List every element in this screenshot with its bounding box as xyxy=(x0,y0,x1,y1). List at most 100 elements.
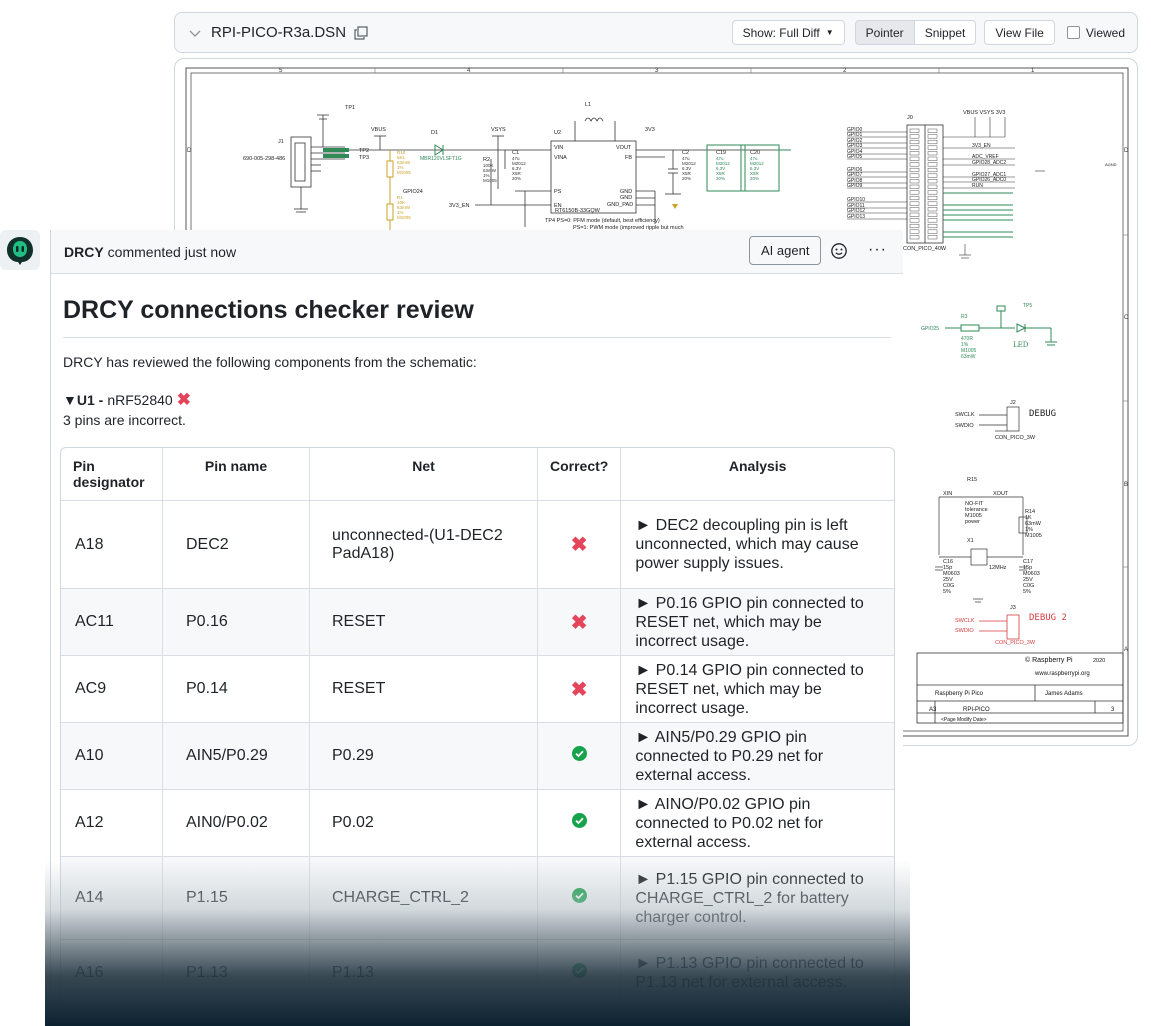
header-pin xyxy=(909,128,920,133)
comment-timestamp: commented just now xyxy=(107,243,237,260)
pin-designator: AC11 xyxy=(61,589,163,656)
sch-label: VIN xyxy=(554,145,563,151)
component-ref: U1 - xyxy=(76,392,104,408)
viewed-toggle[interactable]: Viewed xyxy=(1066,25,1125,40)
row-letter: A xyxy=(1124,647,1128,653)
header-pin xyxy=(909,190,920,195)
sch-label: A3 xyxy=(929,707,937,713)
header-pin xyxy=(927,235,938,240)
sch-label: GND_PAD xyxy=(607,202,633,208)
tab-pointer[interactable]: Pointer xyxy=(854,20,915,45)
pin-net: P1.13 xyxy=(310,940,538,1006)
header-pin xyxy=(909,218,920,223)
sch-label: R3 xyxy=(961,314,968,320)
expand-toggle-icon[interactable]: ▼ xyxy=(63,392,77,408)
sch-label: VOUT xyxy=(616,145,632,151)
comment-author[interactable]: DRCY xyxy=(64,244,104,260)
sch-label: XOUT xyxy=(993,491,1009,497)
viewed-checkbox[interactable] xyxy=(1066,26,1080,39)
header-pin xyxy=(927,134,938,139)
viewed-label: Viewed xyxy=(1085,25,1125,40)
svg-text:power: power xyxy=(965,519,980,525)
header-pin xyxy=(909,134,920,139)
header-pin xyxy=(909,229,920,234)
sch-label: PS xyxy=(554,189,562,195)
header-pin xyxy=(927,184,938,189)
header-pin xyxy=(927,128,938,133)
table-row: A10 AIN5/P0.29 P0.29 ► AIN5/P0.29 GPIO pin … xyxy=(61,723,894,790)
sch-label: VINA xyxy=(554,155,567,161)
error-x-icon: ✖ xyxy=(570,678,588,701)
copy-icon[interactable] xyxy=(354,25,368,40)
pin-designator: A16 xyxy=(61,940,163,1006)
sch-label: J3 xyxy=(1010,605,1016,611)
sch-label: TP2 xyxy=(359,148,369,154)
show-diff-dropdown[interactable]: Show: Full Diff ▼ xyxy=(731,20,845,45)
pin-designator: A14 xyxy=(61,857,163,940)
row-letter: D xyxy=(1124,148,1129,154)
svg-text:M1005: M1005 xyxy=(1025,533,1042,539)
table-row: AC9 P0.14 RESET ✖ ► P0.14 GPIO pin connected… xyxy=(61,656,894,723)
table-header-row: Pin designator Pin name Net Correct? Ana… xyxy=(61,448,894,501)
sch-label: GPIO24 xyxy=(403,189,423,195)
tab-snippet[interactable]: Snippet xyxy=(913,20,977,45)
sch-label: J1 xyxy=(278,139,284,145)
correct-cell xyxy=(538,940,622,1006)
header-pin xyxy=(927,151,938,156)
row-letter: B xyxy=(1124,482,1128,488)
correct-cell xyxy=(538,790,622,857)
correct-cell xyxy=(538,857,622,940)
sch-label: TP3 xyxy=(359,155,369,161)
pin-name: P0.16 xyxy=(163,589,310,656)
correct-cell: ✖ xyxy=(538,656,622,723)
sch-label: LED xyxy=(1013,341,1029,349)
smiley-icon[interactable] xyxy=(830,242,848,260)
more-options-icon[interactable]: ··· xyxy=(868,241,887,259)
avatar[interactable] xyxy=(0,230,40,270)
correct-cell: ✖ xyxy=(538,589,622,656)
pin-net: RESET xyxy=(310,656,538,723)
check-circle-icon xyxy=(571,746,587,761)
file-name[interactable]: RPI-PICO-R3a.DSN xyxy=(211,24,346,41)
pin-analysis: ► AIN5/P0.29 GPIO pin connected to P0.29… xyxy=(621,723,894,790)
pin-net: P0.02 xyxy=(310,790,538,857)
pin-net: unconnected-(U1-DEC2 PadA18) xyxy=(310,501,538,589)
sch-label: 3V3_EN xyxy=(449,203,470,209)
header-pin xyxy=(909,207,920,212)
sch-label: SWDIO xyxy=(955,628,974,634)
chevron-down-icon[interactable] xyxy=(187,25,203,41)
sch-label: James Adams xyxy=(1045,691,1083,697)
component-summary[interactable]: ▼ U1 - nRF52840 ✖ xyxy=(63,390,891,410)
pin-name: P1.15 xyxy=(163,857,310,940)
sch-label: FB xyxy=(625,155,632,161)
sch-label: Raspberry Pi Pico xyxy=(935,691,984,697)
table-row: A16 P1.13 P1.13 ► P1.13 GPIO pin connected … xyxy=(61,940,894,1006)
table-row: A14 P1.15 CHARGE_CTRL_2 ► P1.15 GPIO pin co… xyxy=(61,857,894,940)
header-pin xyxy=(927,229,938,234)
pin-name: DEC2 xyxy=(163,501,310,589)
header-pin xyxy=(909,179,920,184)
error-x-icon: ✖ xyxy=(570,611,588,634)
svg-text:M1005: M1005 xyxy=(483,178,497,183)
review-title: DRCY connections checker review xyxy=(63,296,891,338)
sch-label: VSYS xyxy=(491,127,506,133)
view-file-button[interactable]: View File xyxy=(984,20,1055,45)
header-pin xyxy=(909,201,920,206)
comment-header: DRCY commented just now AI agent ··· xyxy=(51,230,903,274)
sch-label: www.raspberrypi.org xyxy=(1034,671,1090,677)
header-pin xyxy=(927,162,938,167)
header-pin xyxy=(909,145,920,150)
header-pin xyxy=(909,195,920,201)
sch-label: TP4 PS=0: PFM mode (default, best effici… xyxy=(545,218,660,224)
sch-label: D1 xyxy=(431,130,438,136)
header-pin xyxy=(909,223,920,229)
sch-label: SWDIO xyxy=(955,423,974,429)
column-header: Correct? xyxy=(538,448,622,501)
table-row: A18 DEC2 unconnected-(U1-DEC2 PadA18) ✖ ► DE… xyxy=(61,501,894,589)
pins-note: 3 pins are incorrect. xyxy=(63,412,186,428)
sch-label: GND xyxy=(620,195,632,201)
sch-label: X1 xyxy=(967,538,974,544)
column-header: Net xyxy=(310,448,538,501)
sch-label: AGND xyxy=(1105,162,1117,167)
view-mode-tabs: Pointer Snippet xyxy=(854,20,977,45)
